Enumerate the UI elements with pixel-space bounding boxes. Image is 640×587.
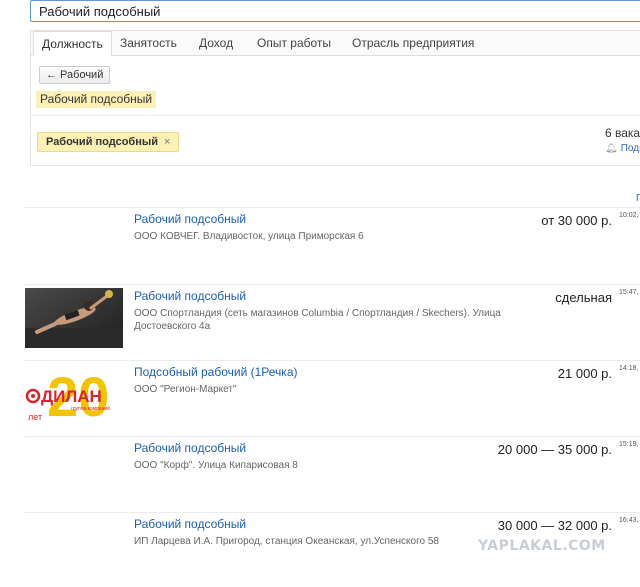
search-box[interactable] [30, 0, 640, 22]
logo-subtitle: группа компаний [71, 405, 110, 412]
tab-industry[interactable]: Отрасль предприятия [344, 31, 482, 55]
company-logo[interactable]: 20 ДИЛАН лет группа компаний [25, 364, 123, 424]
active-filter-label: Рабочий подсобный [46, 136, 159, 148]
tab-position[interactable]: Должность [33, 31, 112, 56]
close-icon[interactable]: × [164, 136, 170, 148]
job-salary: 20 000 — 35 000 р. [497, 442, 612, 457]
job-title-link[interactable]: Подсобный рабочий (1Речка) [134, 365, 298, 379]
tab-employment[interactable]: Занятость [112, 31, 185, 55]
job-company: ИП Ларцева И.А. Пригород, станция Океанс… [134, 536, 439, 547]
job-title-link[interactable]: Рабочий подсобный [134, 212, 246, 226]
job-row: Рабочий подсобный ООО КОВЧЕГ. Владивосто… [25, 208, 640, 282]
job-salary: 30 000 — 32 000 р. [497, 518, 612, 533]
job-title-link[interactable]: Рабочий подсобный [134, 441, 246, 455]
job-time: 14:18, [619, 365, 639, 372]
job-company: ООО КОВЧЕГ. Владивосток, улица Приморска… [134, 231, 364, 242]
job-company: ООО "Регион-Маркет" [134, 384, 237, 395]
filter-tabs: Должность Занятость Доход Опыт работы От… [31, 31, 640, 56]
job-time: 16:43, [619, 517, 639, 524]
sort-link[interactable]: П [636, 193, 640, 204]
watermark: YAPLAKAL.COM [478, 538, 606, 554]
job-salary: сдельная [555, 290, 612, 305]
logo-years: лет [28, 412, 42, 422]
filter-panel: Должность Занятость Доход Опыт работы От… [30, 30, 640, 166]
suggestion-chip[interactable]: Рабочий подсобный [36, 91, 157, 108]
job-salary: от 30 000 р. [541, 213, 612, 228]
job-thumbnail-photo[interactable] [25, 288, 123, 348]
job-company: ООО Спортландия (сеть магазинов Columbia… [134, 308, 501, 332]
job-company: ООО "Корф". Улица Кипарисовая 8 [134, 460, 298, 471]
job-time: 15:47, [619, 289, 639, 296]
vacancy-count: 6 вака [605, 126, 640, 140]
job-title-link[interactable]: Рабочий подсобный [134, 517, 246, 531]
subscribe-label: Подп [620, 143, 640, 154]
tab-experience[interactable]: Опыт работы [249, 31, 339, 55]
back-button[interactable]: ← Рабочий [39, 66, 111, 84]
job-time: 15:19, [619, 441, 639, 448]
panel-divider [31, 115, 640, 116]
job-title-link[interactable]: Рабочий подсобный [134, 289, 246, 303]
active-filter-tag: Рабочий подсобный × [37, 132, 180, 152]
logo-brand: ДИЛАН [41, 387, 102, 406]
subscribe-link[interactable]: 🔔︎Подп [605, 143, 640, 154]
search-input[interactable] [31, 1, 640, 21]
job-salary: 21 000 р. [557, 366, 612, 381]
job-row: 20 ДИЛАН лет группа компаний Подсобный р… [25, 361, 640, 435]
job-time: 10:02, [619, 212, 639, 219]
job-row: Рабочий подсобный ООО "Корф". Улица Кипа… [25, 437, 640, 511]
bell-icon: 🔔︎ [605, 143, 618, 154]
tab-income[interactable]: Доход [191, 31, 241, 55]
job-row: Рабочий подсобный ООО Спортландия (сеть … [25, 285, 640, 359]
